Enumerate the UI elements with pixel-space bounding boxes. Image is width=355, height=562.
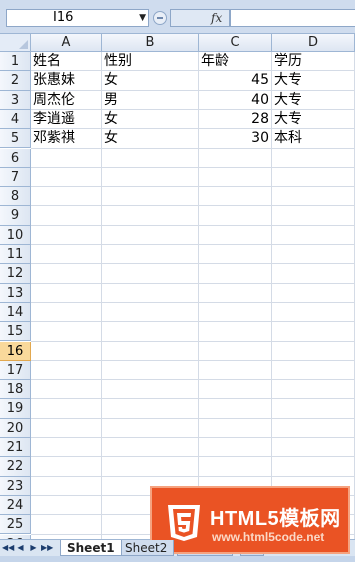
- cell-b1[interactable]: 性别: [102, 52, 198, 71]
- row-header-7[interactable]: 7: [0, 167, 31, 188]
- row-header-2[interactable]: 2: [0, 71, 31, 91]
- column-header-d[interactable]: D: [272, 34, 355, 52]
- row-header-23[interactable]: 23: [0, 476, 31, 496]
- watermark-title: HTML5模板网: [210, 508, 341, 530]
- spreadsheet-grid[interactable]: A B C D 1 2 3 4 5 6 7 8 9 10 11 12 13 14 15 16 17 18 19 20 21 22 2…: [0, 34, 355, 539]
- row-header-17[interactable]: 17: [0, 360, 31, 381]
- row-header-15[interactable]: 15: [0, 322, 31, 342]
- row-header-9[interactable]: 9: [0, 206, 31, 226]
- column-header-c[interactable]: C: [199, 34, 272, 52]
- row-header-11[interactable]: 11: [0, 245, 31, 265]
- cell-a2[interactable]: 张惠妹: [31, 71, 101, 90]
- row-header-6[interactable]: 6: [0, 148, 31, 168]
- chevron-down-icon[interactable]: ▼: [139, 10, 146, 26]
- row-header-21[interactable]: 21: [0, 438, 31, 458]
- first-sheet-icon[interactable]: ◀◀: [2, 541, 14, 555]
- name-box-value: I16: [53, 10, 74, 25]
- row-header-18[interactable]: 18: [0, 380, 31, 400]
- column-header-b[interactable]: B: [102, 34, 199, 52]
- name-box[interactable]: I16 ▼: [6, 9, 149, 27]
- formula-bar-splitter[interactable]: [153, 11, 167, 25]
- cell-d5[interactable]: 本科: [272, 129, 354, 148]
- html5-shield-icon: [168, 505, 200, 541]
- prev-sheet-icon[interactable]: ◀: [15, 541, 26, 555]
- row-header-16[interactable]: 16: [0, 341, 31, 361]
- cell-d4[interactable]: 大专: [272, 110, 354, 129]
- formula-input[interactable]: [230, 9, 355, 27]
- formula-bar: I16 ▼ fx: [0, 0, 355, 34]
- cell-c3[interactable]: 40: [199, 91, 271, 110]
- row-header-24[interactable]: 24: [0, 495, 31, 516]
- row-header-8[interactable]: 8: [0, 187, 31, 207]
- row-header-5[interactable]: 5: [0, 129, 31, 149]
- last-sheet-icon[interactable]: ▶▶: [41, 541, 53, 555]
- cell-d3[interactable]: 大专: [272, 91, 354, 110]
- cell-d2[interactable]: 大专: [272, 71, 354, 90]
- row-header-14[interactable]: 14: [0, 302, 31, 323]
- column-header-a[interactable]: A: [31, 34, 102, 52]
- cell-a3[interactable]: 周杰伦: [31, 91, 101, 110]
- cell-d1[interactable]: 学历: [272, 52, 354, 71]
- row-header-10[interactable]: 10: [0, 225, 31, 245]
- cell-c2[interactable]: 45: [199, 71, 271, 90]
- cell-a4[interactable]: 李逍遥: [31, 110, 101, 129]
- watermark-url: www.html5code.net: [212, 530, 325, 544]
- cell-c1[interactable]: 年龄: [199, 52, 271, 71]
- sheet-tab-2[interactable]: Sheet2: [118, 540, 175, 556]
- insert-function-area: fx: [170, 9, 230, 27]
- status-bar: [0, 556, 355, 562]
- next-sheet-icon[interactable]: ▶: [28, 541, 39, 555]
- sheet-tab-1[interactable]: Sheet1: [60, 540, 122, 556]
- cell-b2[interactable]: 女: [102, 71, 198, 90]
- row-header-3[interactable]: 3: [0, 90, 31, 110]
- cell-b5[interactable]: 女: [102, 129, 198, 148]
- watermark-logo: HTML5模板网 www.html5code.net: [150, 486, 350, 554]
- cell-b3[interactable]: 男: [102, 91, 198, 110]
- row-header-1[interactable]: 1: [0, 52, 31, 72]
- row-header-13[interactable]: 13: [0, 283, 31, 303]
- cell-a1[interactable]: 姓名: [31, 52, 101, 71]
- row-header-4[interactable]: 4: [0, 109, 31, 130]
- select-all-corner[interactable]: [0, 34, 31, 52]
- row-header-19[interactable]: 19: [0, 399, 31, 419]
- row-header-25[interactable]: 25: [0, 515, 31, 535]
- cell-b4[interactable]: 女: [102, 110, 198, 129]
- cell-c4[interactable]: 28: [199, 110, 271, 129]
- row-header-22[interactable]: 22: [0, 457, 31, 477]
- row-header-20[interactable]: 20: [0, 418, 31, 438]
- row-header-12[interactable]: 12: [0, 264, 31, 284]
- insert-function-button[interactable]: fx: [211, 10, 222, 26]
- cell-a5[interactable]: 邓紫祺: [31, 129, 101, 148]
- cell-c5[interactable]: 30: [199, 129, 271, 148]
